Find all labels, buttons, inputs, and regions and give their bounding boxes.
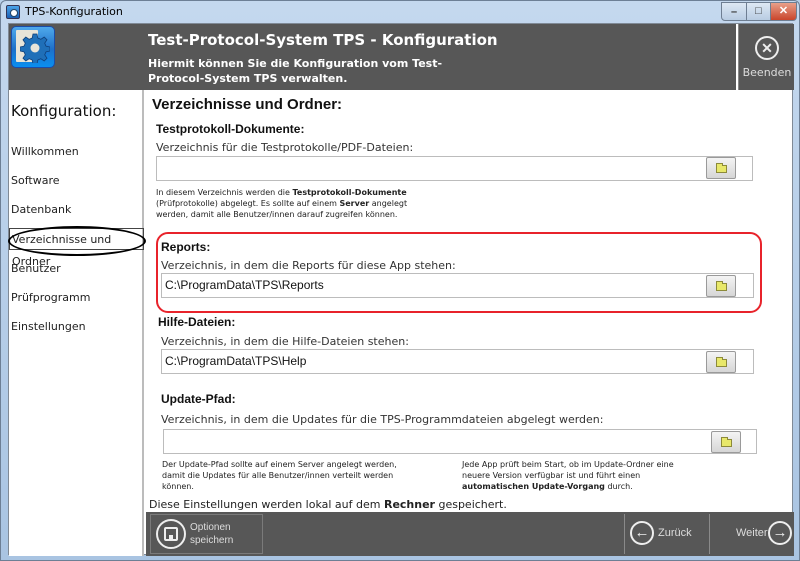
app-window: TPS-Konfiguration – □ ✕ Test-Protocol-Sy… [0, 0, 800, 561]
next-label: Weiter [736, 527, 768, 539]
help-path-input[interactable]: C:\ProgramData\TPS\Help [161, 349, 754, 374]
exit-button[interactable]: ✕ Beenden [738, 24, 794, 90]
close-window-button[interactable]: ✕ [770, 2, 797, 21]
gear-icon [20, 33, 50, 63]
reports-title: Reports: [161, 240, 211, 254]
folder-icon [716, 357, 727, 367]
documents-title: Testprotokoll-Dokumente: [156, 122, 305, 136]
minimize-icon: – [730, 6, 738, 18]
reports-label: Verzeichnis, in dem die Reports für dies… [161, 259, 456, 272]
back-button[interactable]: ← Zurück [624, 514, 710, 554]
bottom-bar: Optionen speichern ← Zurück Weiter → [146, 512, 794, 556]
save-options-button[interactable]: Optionen speichern [150, 514, 263, 554]
app-logo [11, 26, 55, 68]
client-area: Test-Protocol-System TPS - Konfiguration… [8, 23, 794, 556]
update-title: Update-Pfad: [161, 392, 236, 406]
close-circle-icon: ✕ [755, 36, 779, 60]
maximize-button[interactable]: □ [746, 2, 771, 21]
documents-path-input[interactable] [156, 156, 753, 181]
sidebar-item-einstellungen[interactable]: Einstellungen [11, 316, 142, 338]
minimize-button[interactable]: – [721, 2, 747, 21]
sidebar-item-datenbank[interactable]: Datenbank [11, 199, 142, 221]
folder-icon [716, 281, 727, 291]
sidebar: Konfiguration: Willkommen Software Daten… [8, 90, 146, 556]
documents-label: Verzeichnis für die Testprotokolle/PDF-D… [156, 141, 414, 154]
header: Test-Protocol-System TPS - Konfiguration… [9, 24, 736, 90]
arrow-right-icon: → [768, 521, 792, 545]
documents-note: In diesem Verzeichnis werden die Testpro… [156, 188, 408, 219]
title-bar[interactable]: TPS-Konfiguration – □ ✕ [1, 1, 799, 23]
header-subtitle: Hiermit können Sie die Konfiguration vom… [148, 57, 443, 85]
header-title: Test-Protocol-System TPS - Konfiguration [148, 31, 498, 49]
update-note-left: Der Update-Pfad sollte auf einem Server … [162, 460, 397, 491]
page-title: Verzeichnisse und Ordner: [152, 96, 343, 113]
help-label: Verzeichnis, in dem die Hilfe-Dateien st… [161, 335, 409, 348]
maximize-icon: □ [755, 5, 762, 17]
next-button[interactable]: Weiter → [709, 514, 794, 554]
reports-browse-button[interactable] [706, 275, 736, 297]
app-icon [6, 5, 20, 19]
main-content: Verzeichnisse und Ordner: Testprotokoll-… [146, 90, 762, 506]
sidebar-item-software[interactable]: Software [11, 170, 142, 192]
sidebar-title: Konfiguration: [11, 102, 117, 120]
sidebar-item-benutzer[interactable]: Benutzer [11, 258, 142, 280]
back-label: Zurück [658, 527, 692, 539]
scrollbar[interactable] [757, 90, 794, 512]
documents-browse-button[interactable] [706, 157, 736, 179]
close-icon: ✕ [778, 5, 789, 17]
footer-note: Diese Einstellungen werden lokal auf dem… [149, 498, 507, 511]
update-note-right: Jede App prüft beim Start, ob im Update-… [462, 460, 674, 491]
reports-path-input[interactable]: C:\ProgramData\TPS\Reports [161, 273, 754, 298]
arrow-left-icon: ← [630, 521, 654, 545]
folder-icon [716, 163, 727, 173]
help-browse-button[interactable] [706, 351, 736, 373]
sidebar-item-pruefprogramm[interactable]: Prüfprogramm [11, 287, 142, 309]
window-title: TPS-Konfiguration [25, 5, 123, 18]
update-label: Verzeichnis, in dem die Updates für die … [161, 413, 604, 426]
update-browse-button[interactable] [711, 431, 741, 453]
save-icon [156, 519, 186, 549]
sidebar-item-willkommen[interactable]: Willkommen [11, 141, 142, 163]
sidebar-item-verzeichnisse[interactable]: Verzeichnisse und Ordner [8, 226, 146, 268]
update-path-input[interactable] [163, 429, 757, 454]
save-label: Optionen speichern [190, 522, 234, 546]
help-title: Hilfe-Dateien: [158, 315, 236, 329]
exit-label: Beenden [742, 66, 792, 79]
folder-icon [721, 437, 732, 447]
